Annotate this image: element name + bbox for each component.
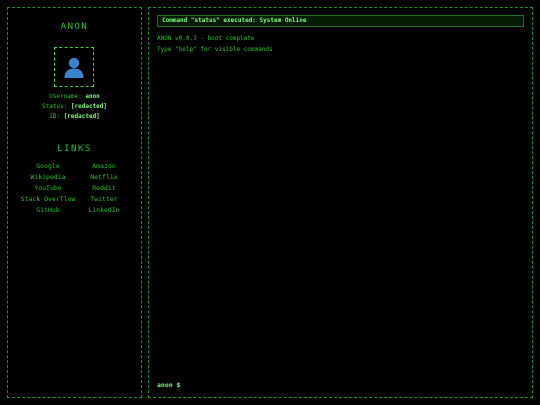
terminal-output-line: Type "help" for visible commands — [157, 46, 273, 53]
command-input[interactable] — [189, 380, 519, 391]
terminal-panel: Command "status" executed: System Online… — [148, 7, 533, 398]
link-reddit[interactable]: Reddit — [76, 184, 132, 194]
link-google[interactable]: Google — [20, 162, 76, 172]
link-youtube[interactable]: YouTube — [20, 184, 76, 194]
username-value: anon — [85, 93, 100, 100]
link-github[interactable]: GitHub — [20, 206, 76, 216]
sidebar: ANON Username: anon Status: [redacted] I… — [7, 7, 142, 398]
id-row: ID: [redacted] — [8, 112, 141, 122]
links-grid: Google Amazon Wikipedia Netflix YouTube … — [20, 162, 132, 216]
username-row: Username: anon — [8, 92, 141, 102]
status-row: Status: [redacted] — [8, 102, 141, 112]
status-banner: Command "status" executed: System Online — [157, 15, 524, 27]
app-title: ANON — [60, 22, 89, 32]
status-label: Status: — [41, 103, 68, 110]
link-amazon[interactable]: Amazon — [76, 162, 132, 172]
user-icon — [64, 57, 84, 78]
link-netflix[interactable]: Netflix — [76, 173, 132, 183]
username-label: Username: — [49, 93, 82, 100]
terminal-prompt: anon $ — [157, 381, 181, 389]
id-label: ID: — [49, 113, 61, 120]
terminal-output-line: ANON v0.0.3 - boot complete — [157, 35, 255, 42]
link-twitter[interactable]: Twitter — [76, 195, 132, 205]
links-title: LINKS — [57, 144, 92, 154]
link-linkedin[interactable]: LinkedIn — [76, 206, 132, 216]
status-value: [redacted] — [70, 103, 108, 110]
link-wikipedia[interactable]: Wikipedia — [20, 173, 76, 183]
link-stack-overflow[interactable]: Stack Overflow — [20, 195, 76, 205]
id-value: [redacted] — [63, 113, 100, 120]
avatar — [54, 47, 94, 87]
